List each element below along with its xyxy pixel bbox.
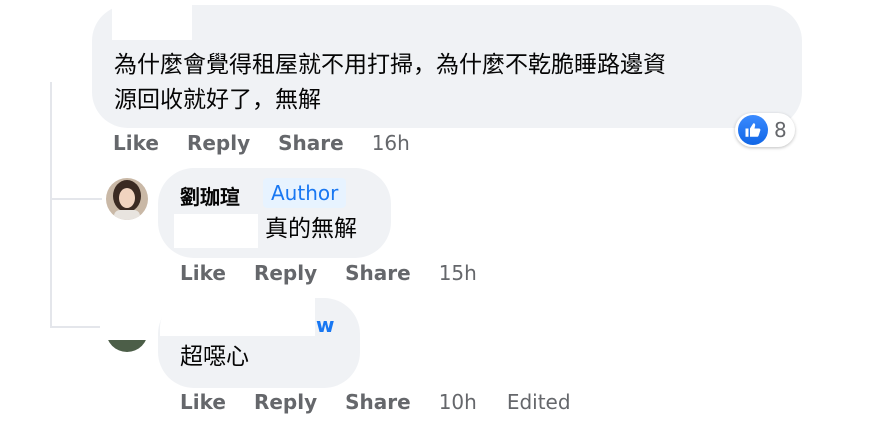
reaction-summary[interactable]: 8 xyxy=(735,113,795,147)
second-reply-actions: Like Reply Share 10h Edited xyxy=(180,390,571,414)
author-reply-text: 真的無解 xyxy=(265,216,357,242)
thread-branch-second xyxy=(50,326,102,328)
redacted-avatar-area xyxy=(100,300,156,340)
reply-button[interactable]: Reply xyxy=(254,261,317,285)
thread-line-vertical xyxy=(50,82,52,328)
timestamp[interactable]: 10h xyxy=(439,390,477,414)
main-comment-text-line1: 為什麼會覺得租屋就不用打掃，為什麼不乾脆睡路邊資 xyxy=(114,52,666,78)
main-comment-actions: Like Reply Share 16h xyxy=(113,131,440,155)
reply-button[interactable]: Reply xyxy=(254,390,317,414)
share-button[interactable]: Share xyxy=(278,131,344,155)
redacted-name-area xyxy=(160,298,315,336)
like-reaction-icon xyxy=(738,115,768,145)
like-button[interactable]: Like xyxy=(180,390,226,414)
second-reply-text: 超噁心 xyxy=(180,344,249,370)
timestamp[interactable]: 16h xyxy=(372,131,410,155)
like-button[interactable]: Like xyxy=(180,261,226,285)
avatar[interactable] xyxy=(106,178,148,220)
reply-button[interactable]: Reply xyxy=(187,131,250,155)
edited-label[interactable]: Edited xyxy=(507,390,571,414)
author-badge: Author xyxy=(263,178,347,208)
timestamp[interactable]: 15h xyxy=(439,261,477,285)
main-comment-text-line2: 源回收就好了，無解 xyxy=(114,87,321,113)
share-button[interactable]: Share xyxy=(345,261,411,285)
redacted-area xyxy=(174,214,258,248)
like-button[interactable]: Like xyxy=(113,131,159,155)
redacted-name-area xyxy=(112,0,192,40)
thread-branch-author xyxy=(50,198,102,200)
share-button[interactable]: Share xyxy=(345,390,411,414)
author-name[interactable]: 劉珈瑄 xyxy=(180,181,240,210)
author-reply-actions: Like Reply Share 15h xyxy=(180,261,507,285)
commenter-name-fragment[interactable]: w xyxy=(316,313,334,337)
reaction-count: 8 xyxy=(774,118,787,142)
